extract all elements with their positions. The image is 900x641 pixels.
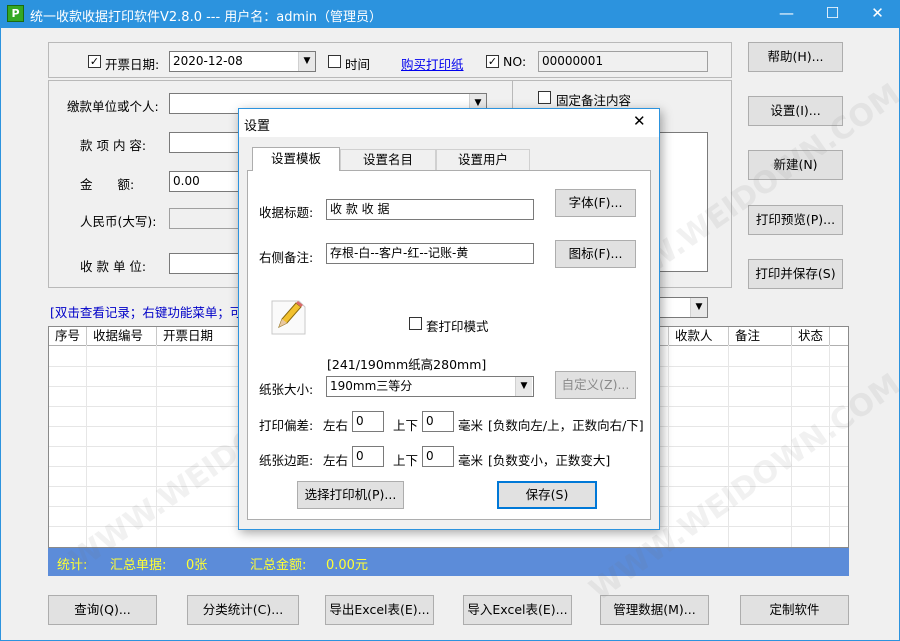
date-label: 开票日期: <box>105 57 160 72</box>
sum-label: 汇总金额: <box>250 558 307 573</box>
app-icon: P <box>7 5 24 22</box>
icon-button[interactable]: 图标(F)... <box>555 240 636 268</box>
content-field[interactable] <box>169 132 244 153</box>
right-note-field[interactable]: 存根-白--客户-红--记账-黄 <box>326 243 534 264</box>
margin-ud-label: 上下 <box>393 453 419 468</box>
offset-ud-label: 上下 <box>393 418 419 433</box>
receiver-label: 收 款 单 位: <box>80 259 147 274</box>
count-label: 汇总单据: <box>110 558 167 573</box>
query-button[interactable]: 查询(Q)... <box>48 595 157 625</box>
offset-ud-value: 0 <box>426 414 434 428</box>
column-header[interactable]: 开票日期 <box>157 327 247 345</box>
offset-ud-field[interactable]: 0 <box>422 411 454 432</box>
offset-label: 打印偏差: <box>259 418 314 433</box>
offset-unit: 毫米 <box>458 418 484 433</box>
buy-paper-link[interactable]: 购买打印纸 <box>401 54 464 73</box>
category-stats-button[interactable]: 分类统计(C)... <box>187 595 299 625</box>
import-excel-button[interactable]: 导入Excel表(E)... <box>463 595 572 625</box>
chevron-down-icon[interactable]: ▼ <box>298 52 315 71</box>
receipt-title-value: 收 款 收 据 <box>330 202 390 216</box>
offset-hint: [负数向左/上，正数向右/下] <box>488 418 644 433</box>
no-label: NO: <box>503 54 527 69</box>
margin-ud-field[interactable]: 0 <box>422 446 454 467</box>
maximize-button[interactable]: ☐ <box>810 0 855 28</box>
title-bar: P 统一收款收据打印软件V2.8.0 --- 用户名：admin（管理员） — … <box>0 0 900 28</box>
chevron-down-icon[interactable]: ▼ <box>515 377 532 396</box>
custom-paper-button[interactable]: 自定义(Z)... <box>555 371 636 399</box>
date-picker[interactable]: 2020-12-08 <box>169 51 316 72</box>
paper-info: [241/190mm纸高280mm] <box>327 357 487 372</box>
minimize-button[interactable]: — <box>764 0 809 28</box>
margin-lr-field[interactable]: 0 <box>352 446 384 467</box>
margin-lr-label: 左右 <box>323 453 349 468</box>
margin-hint: [负数变小，正数变大] <box>488 453 611 468</box>
chevron-down-icon[interactable]: ▼ <box>690 298 707 317</box>
rmb-field <box>169 208 244 229</box>
receipt-title-label: 收据标题: <box>259 205 314 220</box>
overlay-mode-checkbox[interactable] <box>409 317 422 330</box>
date-value: 2020-12-08 <box>173 54 243 68</box>
paper-size-combo[interactable]: 190mm三等分 <box>326 376 534 397</box>
receipt-number-field[interactable]: 00000001 <box>538 51 708 72</box>
count-value: 0张 <box>186 558 208 573</box>
rmb-label: 人民币(大写): <box>80 214 157 229</box>
time-label: 时间 <box>345 57 371 72</box>
sum-value: 0.00元 <box>326 558 368 573</box>
margin-unit: 毫米 <box>458 453 484 468</box>
no-checkbox[interactable]: ✓ <box>486 55 499 68</box>
column-header[interactable]: 收据编号 <box>87 327 157 345</box>
time-checkbox[interactable] <box>328 55 341 68</box>
manage-data-button[interactable]: 管理数据(M)... <box>600 595 709 625</box>
pencil-note-icon <box>269 297 309 337</box>
margin-ud-value: 0 <box>426 449 434 463</box>
margin-lr-value: 0 <box>356 449 364 463</box>
grid-line <box>86 345 87 547</box>
offset-lr-label: 左右 <box>323 418 349 433</box>
right-note-label: 右侧备注: <box>259 250 314 265</box>
grid-line <box>668 345 669 547</box>
payer-label: 缴款单位或个人: <box>67 99 159 114</box>
column-header[interactable]: 备注 <box>729 327 792 345</box>
offset-lr-field[interactable]: 0 <box>352 411 384 432</box>
tab-users[interactable]: 设置用户 <box>436 149 530 171</box>
paper-size-label: 纸张大小: <box>259 382 314 397</box>
close-window-button[interactable]: ✕ <box>855 0 900 28</box>
fixed-note-checkbox[interactable] <box>538 91 551 104</box>
close-icon[interactable]: ✕ <box>633 112 646 130</box>
dialog-title: 设置 <box>244 119 271 134</box>
print-save-button[interactable]: 打印并保存(S) <box>748 259 843 289</box>
column-header[interactable]: 收款人 <box>669 327 729 345</box>
tab-template[interactable]: 设置模板 <box>252 147 340 171</box>
date-checkbox[interactable]: ✓ <box>88 55 101 68</box>
right-note-value: 存根-白--客户-红--记账-黄 <box>330 246 469 260</box>
help-button[interactable]: 帮助(H)... <box>748 42 843 72</box>
font-button[interactable]: 字体(F)... <box>555 189 636 217</box>
receipt-title-field[interactable]: 收 款 收 据 <box>326 199 534 220</box>
custom-software-button[interactable]: 定制软件 <box>740 595 849 625</box>
save-button[interactable]: 保存(S) <box>497 481 597 509</box>
margin-label: 纸张边距: <box>259 453 314 468</box>
amount-field[interactable]: 0.00 <box>169 171 244 192</box>
offset-lr-value: 0 <box>356 414 364 428</box>
overlay-mode-label: 套打印模式 <box>426 319 489 334</box>
dialog-title-bar: 设置 ✕ <box>239 109 659 137</box>
print-preview-button[interactable]: 打印预览(P)... <box>748 205 843 235</box>
select-printer-button[interactable]: 选择打印机(P)... <box>297 481 404 509</box>
amount-label: 金 额: <box>80 177 135 192</box>
receipt-number-value: 00000001 <box>542 54 604 68</box>
summary-bar: 统计: 汇总单据: 0张 汇总金额: 0.00元 <box>48 548 849 576</box>
column-header[interactable]: 状态 <box>792 327 830 345</box>
tab-names[interactable]: 设置名目 <box>340 149 436 171</box>
settings-dialog: 设置 ✕ 设置模板 设置名目 设置用户 收据标题: 收 款 收 据 字体(F).… <box>238 108 660 530</box>
export-excel-button[interactable]: 导出Excel表(E)... <box>325 595 434 625</box>
paper-size-value: 190mm三等分 <box>330 379 413 393</box>
content-label: 款 项 内 容: <box>80 138 147 153</box>
receiver-field[interactable] <box>169 253 244 274</box>
hint-text: [双击查看记录；右键功能菜单；可拍 <box>50 305 255 320</box>
amount-value: 0.00 <box>173 174 200 188</box>
fixed-note-label: 固定备注内容 <box>556 93 632 108</box>
window-title: 统一收款收据打印软件V2.8.0 --- 用户名：admin（管理员） <box>30 10 383 25</box>
column-header[interactable]: 序号 <box>49 327 87 345</box>
